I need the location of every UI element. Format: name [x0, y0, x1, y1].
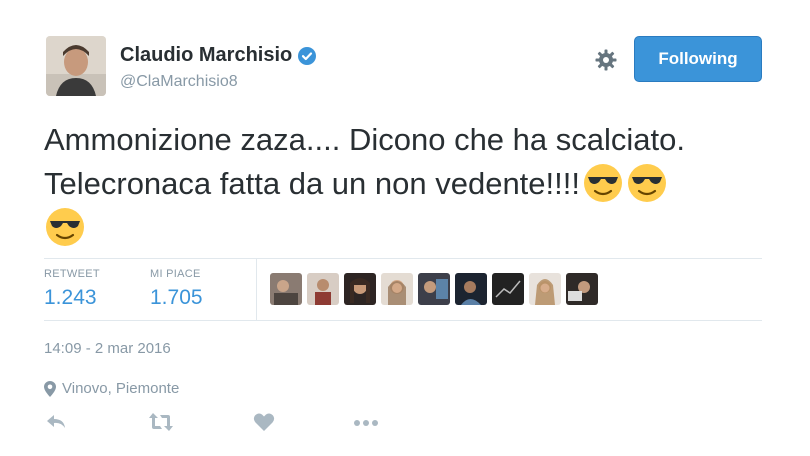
user-handle[interactable]: @ClaMarchisio8: [120, 73, 238, 91]
gear-icon[interactable]: [594, 48, 618, 72]
liker-avatar[interactable]: [529, 273, 561, 305]
liker-avatar[interactable]: [418, 273, 450, 305]
liker-avatar[interactable]: [492, 273, 524, 305]
stats-divider-bottom: [44, 320, 762, 321]
tweet-line-3: [44, 206, 764, 250]
location-text[interactable]: Vinovo, Piemonte: [62, 380, 179, 397]
tweet-line-2: Telecronaca fatta da un non vedente!!!!: [44, 162, 764, 206]
tweet-text: Ammonizione zaza.... Dicono che ha scalc…: [44, 118, 764, 250]
more-options-icon[interactable]: [352, 410, 378, 434]
liker-avatars: [270, 273, 603, 305]
user-name-row[interactable]: Claudio Marchisio: [120, 44, 317, 67]
tweet-timestamp[interactable]: 14:09 - 2 mar 2016: [44, 340, 171, 357]
sunglasses-emoji-icon: [582, 162, 624, 204]
like-heart-icon[interactable]: [252, 410, 276, 434]
likes-label: MI PIACE: [150, 268, 201, 280]
liker-avatar[interactable]: [455, 273, 487, 305]
liker-avatar[interactable]: [307, 273, 339, 305]
location-pin-icon: [44, 380, 56, 397]
tweet-location[interactable]: Vinovo, Piemonte: [44, 380, 179, 397]
liker-avatar[interactable]: [381, 273, 413, 305]
retweet-stat[interactable]: RETWEET 1.243: [44, 268, 100, 310]
stats-vertical-divider: [256, 259, 257, 320]
likes-stat[interactable]: MI PIACE 1.705: [150, 268, 203, 310]
user-name[interactable]: Claudio Marchisio: [120, 44, 292, 67]
liker-avatar[interactable]: [270, 273, 302, 305]
stats-divider-top: [44, 258, 762, 259]
sunglasses-emoji-icon: [626, 162, 668, 204]
retweet-label: RETWEET: [44, 268, 100, 280]
likes-count[interactable]: 1.705: [150, 286, 203, 310]
liker-avatar[interactable]: [344, 273, 376, 305]
sunglasses-emoji-icon: [44, 206, 86, 248]
retweet-icon[interactable]: [148, 410, 173, 434]
retweet-count[interactable]: 1.243: [44, 286, 100, 310]
liker-avatar[interactable]: [566, 273, 598, 305]
verified-badge-icon: [297, 46, 317, 66]
avatar[interactable]: [46, 36, 106, 96]
tweet-line-1: Ammonizione zaza.... Dicono che ha scalc…: [44, 122, 685, 157]
reply-icon[interactable]: [44, 410, 68, 434]
following-button[interactable]: Following: [634, 36, 762, 82]
tweet-line-2-text: Telecronaca fatta da un non vedente!!!!: [44, 166, 580, 201]
